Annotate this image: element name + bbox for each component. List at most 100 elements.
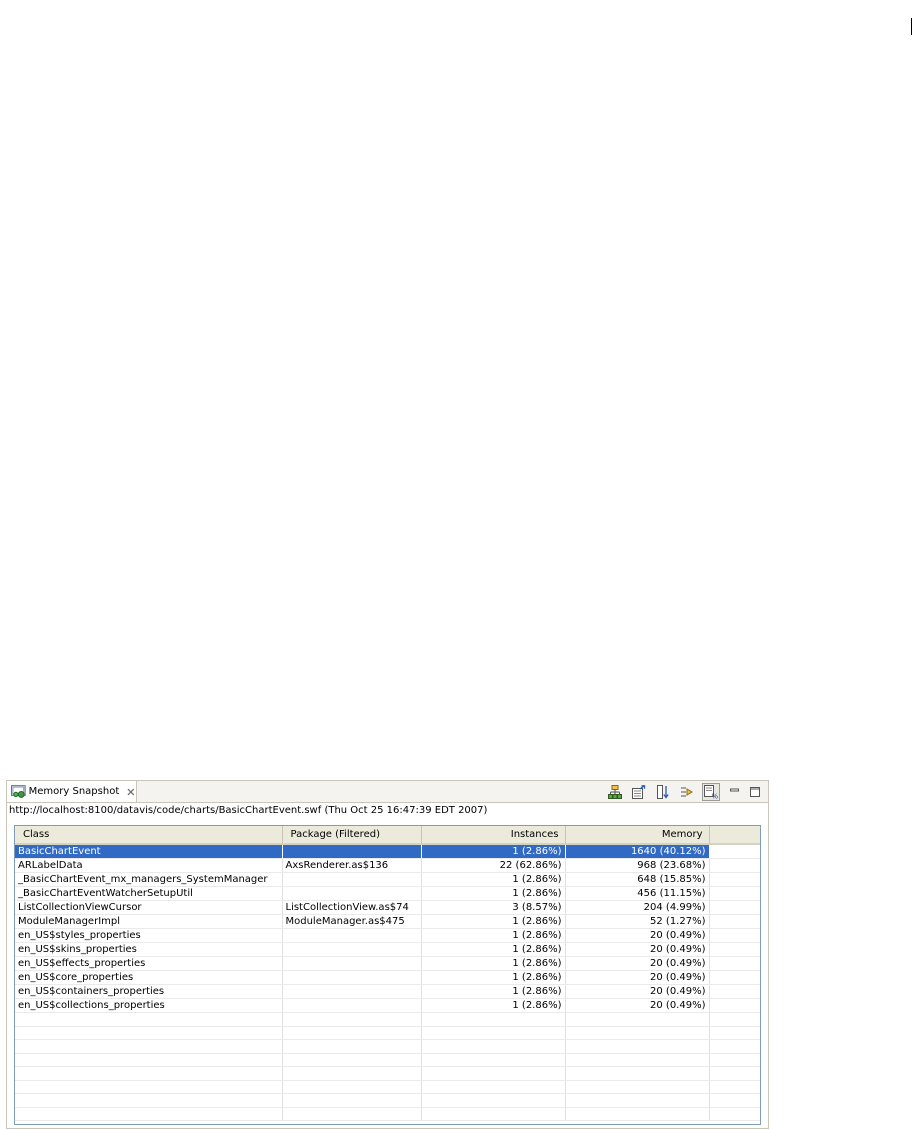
cell-filler bbox=[709, 998, 760, 1013]
cell-package bbox=[282, 984, 422, 999]
empty-cell bbox=[565, 1026, 710, 1040]
cell-memory: 968 (23.68%) bbox=[565, 858, 710, 873]
column-header-filler bbox=[709, 826, 760, 845]
empty-row bbox=[15, 1026, 760, 1040]
empty-cell bbox=[709, 1080, 760, 1094]
empty-cell bbox=[421, 1012, 566, 1027]
column-header-memory[interactable]: Memory bbox=[565, 826, 710, 845]
export-button[interactable] bbox=[630, 783, 648, 801]
empty-cell bbox=[421, 1053, 566, 1067]
empty-cell bbox=[421, 1066, 566, 1081]
table-row[interactable]: BasicChartEvent 1 (2.86%) 1640 (40.12%) bbox=[15, 844, 760, 859]
cell-package bbox=[282, 844, 422, 859]
cell-memory: 20 (0.49%) bbox=[565, 998, 710, 1013]
cell-instances: 3 (8.57%) bbox=[421, 900, 566, 915]
empty-row bbox=[15, 1012, 760, 1027]
cell-instances: 22 (62.86%) bbox=[421, 858, 566, 873]
table-row[interactable]: ListCollectionViewCursor ListCollectionVi… bbox=[15, 900, 760, 915]
empty-cell bbox=[421, 1107, 566, 1121]
cell-instances: 1 (2.86%) bbox=[421, 886, 566, 901]
minimize-button[interactable] bbox=[726, 783, 744, 801]
close-icon[interactable] bbox=[126, 787, 136, 797]
empty-cell bbox=[15, 1039, 283, 1054]
table-row[interactable]: en_US$styles_properties 1 (2.86%) 20 (0.49… bbox=[15, 928, 760, 943]
empty-cell bbox=[282, 1093, 422, 1108]
filter-icon bbox=[681, 787, 693, 797]
empty-cell bbox=[565, 1012, 710, 1027]
cell-instances: 1 (2.86%) bbox=[421, 872, 566, 887]
table-row[interactable]: en_US$collections_properties 1 (2.86%) 20 … bbox=[15, 998, 760, 1013]
empty-cell bbox=[15, 1012, 283, 1027]
empty-row bbox=[15, 1053, 760, 1067]
empty-cell bbox=[15, 1066, 283, 1081]
table-row[interactable]: en_US$skins_properties 1 (2.86%) 20 (0.49%… bbox=[15, 942, 760, 957]
empty-row bbox=[15, 1107, 760, 1121]
tab-memory-snapshot[interactable]: Memory Snapshot bbox=[7, 781, 137, 802]
cell-package bbox=[282, 956, 422, 971]
maximize-button[interactable] bbox=[746, 783, 764, 801]
cell-filler bbox=[709, 844, 760, 859]
cell-memory: 20 (0.49%) bbox=[565, 970, 710, 985]
cell-filler bbox=[709, 984, 760, 999]
empty-cell bbox=[282, 1066, 422, 1081]
cell-memory: 20 (0.49%) bbox=[565, 942, 710, 957]
cell-filler bbox=[709, 942, 760, 957]
snapshot-url: http://localhost:8100/datavis/code/chart… bbox=[9, 805, 488, 816]
memory-snapshot-view: Memory Snapshot % http://localhost:8100/… bbox=[6, 780, 769, 1129]
cell-filler bbox=[709, 928, 760, 943]
empty-cell bbox=[421, 1039, 566, 1054]
cell-package bbox=[282, 928, 422, 943]
hierarchy-icon bbox=[608, 785, 622, 799]
cell-instances: 1 (2.86%) bbox=[421, 970, 566, 985]
cell-instances: 1 (2.86%) bbox=[421, 998, 566, 1013]
column-header-instances[interactable]: Instances bbox=[421, 826, 566, 845]
cell-instances: 1 (2.86%) bbox=[421, 942, 566, 957]
view-toolbar: % bbox=[600, 783, 764, 801]
empty-cell bbox=[282, 1053, 422, 1067]
empty-cell bbox=[282, 1080, 422, 1094]
table-row[interactable]: _BasicChartEvent_mx_managers_SystemManag… bbox=[15, 872, 760, 887]
cell-memory: 20 (0.49%) bbox=[565, 956, 710, 971]
cell-filler bbox=[709, 872, 760, 887]
window-edge-mark bbox=[911, 18, 912, 35]
cell-package: ListCollectionView.as$74 bbox=[282, 900, 422, 915]
cell-memory: 456 (11.15%) bbox=[565, 886, 710, 901]
cell-instances: 1 (2.86%) bbox=[421, 928, 566, 943]
empty-cell bbox=[15, 1093, 283, 1108]
empty-cell bbox=[565, 1080, 710, 1094]
cell-class: ListCollectionViewCursor bbox=[15, 900, 283, 915]
cell-memory: 52 (1.27%) bbox=[565, 914, 710, 929]
cell-filler bbox=[709, 956, 760, 971]
cell-memory: 20 (0.49%) bbox=[565, 928, 710, 943]
column-header-package[interactable]: Package (Filtered) bbox=[282, 826, 422, 845]
cell-class: en_US$containers_properties bbox=[15, 984, 283, 999]
empty-row bbox=[15, 1039, 760, 1054]
cell-filler bbox=[709, 900, 760, 915]
table-row[interactable]: ARLabelData AxsRenderer.as$136 22 (62.86%)… bbox=[15, 858, 760, 873]
cell-instances: 1 (2.86%) bbox=[421, 984, 566, 999]
table-row[interactable]: _BasicChartEventWatcherSetupUtil 1 (2.86%… bbox=[15, 886, 760, 901]
table-row[interactable]: en_US$effects_properties 1 (2.86%) 20 (0.4… bbox=[15, 956, 760, 971]
empty-cell bbox=[709, 1026, 760, 1040]
cell-filler bbox=[709, 914, 760, 929]
sort-button[interactable] bbox=[654, 783, 672, 801]
cell-class: en_US$skins_properties bbox=[15, 942, 283, 957]
svg-text:%: % bbox=[712, 793, 719, 800]
empty-cell bbox=[709, 1012, 760, 1027]
table-row[interactable]: en_US$core_properties 1 (2.86%) 20 (0.49%) bbox=[15, 970, 760, 985]
table-row[interactable]: ModuleManagerImpl ModuleManager.as$475 1 (… bbox=[15, 914, 760, 929]
memory-snapshot-icon bbox=[11, 785, 26, 798]
column-header-class[interactable]: Class bbox=[15, 826, 283, 845]
sort-icon bbox=[657, 785, 669, 799]
cell-memory: 20 (0.49%) bbox=[565, 984, 710, 999]
cell-package: AxsRenderer.as$136 bbox=[282, 858, 422, 873]
percent-toggle[interactable]: % bbox=[702, 783, 720, 801]
cell-class: ARLabelData bbox=[15, 858, 283, 873]
view-tab-bar: Memory Snapshot % bbox=[7, 781, 768, 803]
filter-button[interactable] bbox=[678, 783, 696, 801]
hierarchy-button[interactable] bbox=[606, 783, 624, 801]
minimize-icon bbox=[730, 788, 739, 792]
table-row[interactable]: en_US$containers_properties 1 (2.86%) 20 (… bbox=[15, 984, 760, 999]
cell-class: en_US$styles_properties bbox=[15, 928, 283, 943]
class-table[interactable]: Class Package (Filtered) Instances Memor… bbox=[14, 825, 761, 1125]
